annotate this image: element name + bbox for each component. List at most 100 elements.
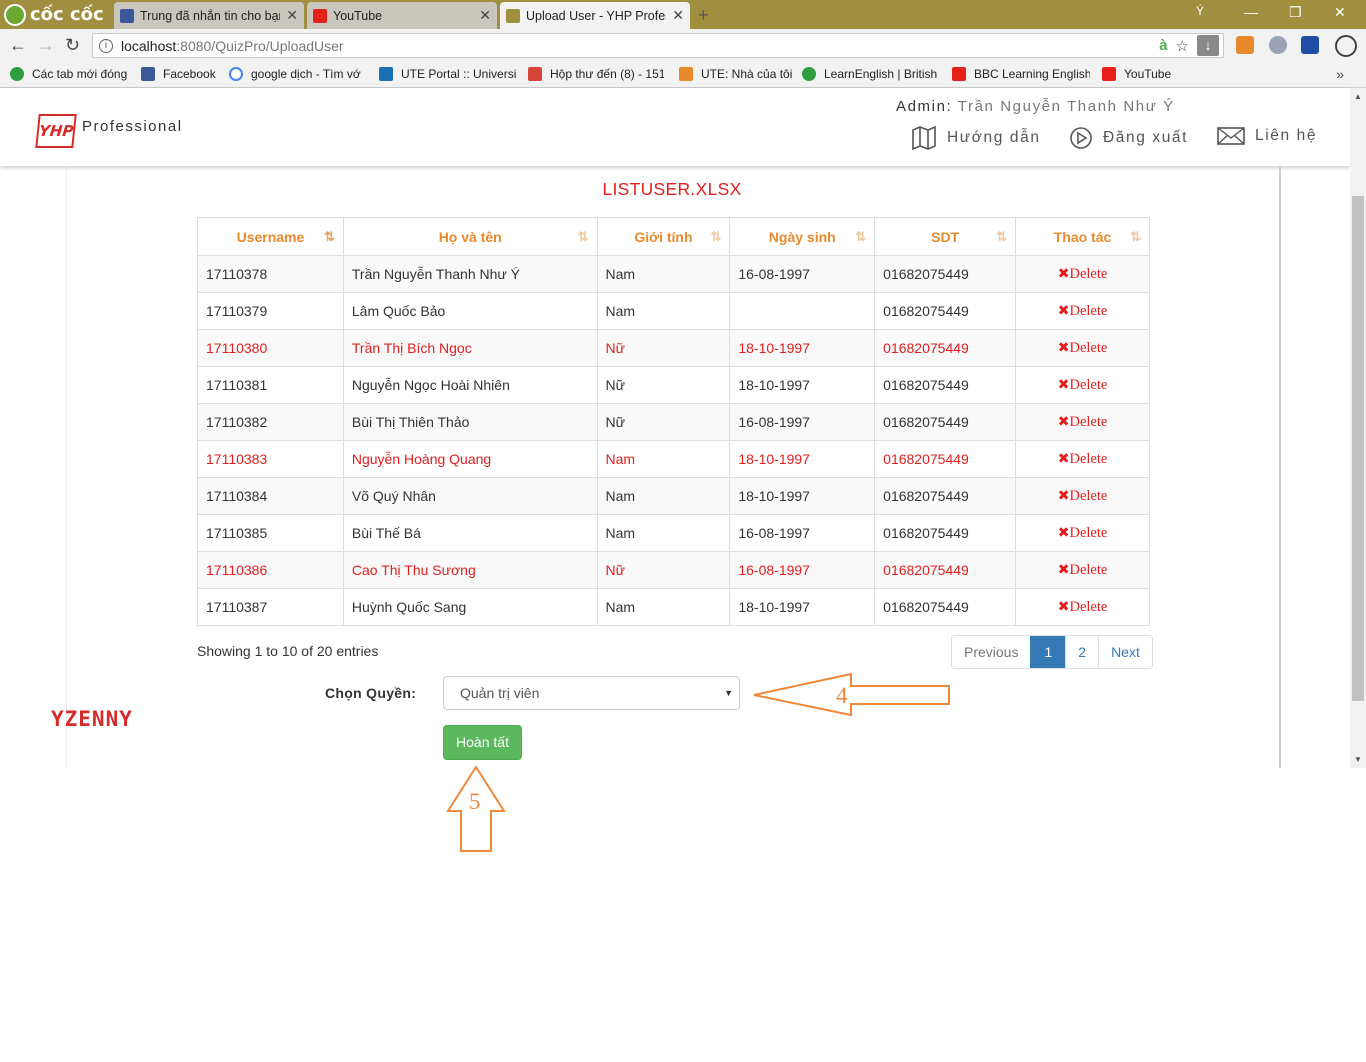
bookmark-item[interactable]: UTE: Nhà của tôi bbox=[679, 67, 794, 81]
delete-button[interactable]: ✖Delete bbox=[1024, 340, 1141, 357]
cell-username: 17110380 bbox=[197, 329, 344, 367]
col-gender[interactable]: Giới tính ⇅ bbox=[596, 217, 731, 256]
history-icon bbox=[10, 67, 24, 81]
cell-dob: 18-10-1997 bbox=[729, 329, 876, 367]
pagination-page-1[interactable]: 1 bbox=[1030, 636, 1066, 668]
download-icon[interactable]: ↓ bbox=[1197, 35, 1219, 56]
cell-username: 17110384 bbox=[197, 477, 344, 515]
minimize-icon[interactable]: — bbox=[1244, 4, 1258, 20]
sort-icon[interactable]: ⇅ bbox=[855, 229, 866, 245]
col-dob[interactable]: Ngày sinh ⇅ bbox=[729, 217, 876, 256]
entries-info: Showing 1 to 10 of 20 entries bbox=[197, 643, 379, 659]
pagination-next[interactable]: Next bbox=[1098, 636, 1152, 668]
col-label: Ngày sinh bbox=[768, 228, 836, 245]
cell-phone: 01682075449 bbox=[874, 403, 1017, 441]
cell-phone: 01682075449 bbox=[874, 329, 1017, 367]
role-select[interactable]: Quản trị viên ▼ bbox=[443, 676, 740, 710]
browser-brand[interactable]: cốc cốc bbox=[0, 0, 112, 29]
delete-button[interactable]: ✖Delete bbox=[1024, 377, 1141, 394]
cell-actions: ✖Delete bbox=[1015, 329, 1150, 367]
forward-arrow-icon[interactable]: → bbox=[37, 35, 55, 55]
delete-button[interactable]: ✖Delete bbox=[1024, 266, 1141, 283]
cell-phone: 01682075449 bbox=[874, 477, 1017, 515]
sort-icon[interactable]: ⇅ bbox=[578, 229, 589, 245]
cell-dob: 16-08-1997 bbox=[729, 255, 876, 293]
extension-office-icon[interactable] bbox=[1236, 36, 1254, 54]
delete-button[interactable]: ✖Delete bbox=[1024, 562, 1141, 579]
delete-button[interactable]: ✖Delete bbox=[1024, 488, 1141, 505]
col-phone[interactable]: SDT ⇅ bbox=[874, 217, 1017, 256]
back-arrow-icon[interactable]: ← bbox=[9, 35, 27, 55]
brand-text: cốc cốc bbox=[30, 4, 104, 25]
star-icon[interactable]: ☆ bbox=[1176, 37, 1189, 55]
extension-chat-icon[interactable] bbox=[1269, 36, 1287, 54]
profile-indicator[interactable]: Ý bbox=[1196, 4, 1204, 18]
scroll-down-icon[interactable]: ▼ bbox=[1354, 755, 1362, 764]
pagination-previous[interactable]: Previous bbox=[952, 636, 1030, 668]
new-tab-icon[interactable]: + bbox=[698, 5, 709, 26]
facebook-icon bbox=[120, 8, 134, 23]
bookmark-item[interactable]: YouTube bbox=[1102, 67, 1182, 81]
reload-icon[interactable]: ↻ bbox=[65, 35, 80, 55]
delete-button[interactable]: ✖Delete bbox=[1024, 303, 1141, 320]
col-actions[interactable]: Thao tác ⇅ bbox=[1015, 217, 1150, 256]
close-icon[interactable]: ✕ bbox=[672, 7, 684, 24]
nav-contact[interactable]: Liên hệ bbox=[1217, 126, 1317, 146]
bookmark-item[interactable]: google dịch - Tìm vớ bbox=[229, 67, 365, 81]
col-username[interactable]: Username ⇅ bbox=[197, 217, 344, 256]
more-bookmarks-icon[interactable]: » bbox=[1336, 66, 1344, 82]
cell-gender: Nam bbox=[596, 477, 731, 515]
done-button[interactable]: Hoàn tất bbox=[443, 725, 522, 760]
tab-facebook[interactable]: Trung đã nhắn tin cho bạn ✕ bbox=[114, 2, 304, 29]
bookmark-label: BBC Learning English bbox=[974, 67, 1090, 81]
col-fullname[interactable]: Họ và tên ⇅ bbox=[342, 217, 598, 256]
cell-actions: ✖Delete bbox=[1015, 551, 1150, 589]
close-icon[interactable]: ✕ bbox=[479, 7, 491, 24]
table-row: 17110381 Nguyễn Ngọc Hoài Nhiên Nữ 18-10-19… bbox=[197, 366, 1150, 404]
cell-actions: ✖Delete bbox=[1015, 255, 1150, 293]
info-icon[interactable]: i bbox=[99, 38, 113, 53]
role-selected-value: Quản trị viên bbox=[460, 685, 540, 701]
page-scrollbar[interactable]: ▲ ▼ bbox=[1350, 88, 1366, 768]
nav-guide[interactable]: Hướng dẫn bbox=[911, 126, 1041, 150]
restore-icon[interactable]: ❐ bbox=[1289, 4, 1302, 21]
delete-button[interactable]: ✖Delete bbox=[1024, 451, 1141, 468]
translate-icon[interactable]: à bbox=[1159, 37, 1167, 54]
sort-asc-icon[interactable]: ⇅ bbox=[324, 229, 335, 245]
tab-youtube[interactable]: YouTube ✕ bbox=[307, 2, 497, 29]
url-path: :8080/QuizPro/UploadUser bbox=[176, 37, 344, 54]
cell-fullname: Võ Quý Nhân bbox=[342, 477, 598, 515]
bookmark-item[interactable]: UTE Portal :: Universit bbox=[379, 67, 516, 81]
delete-button[interactable]: ✖Delete bbox=[1024, 414, 1141, 431]
sort-icon[interactable]: ⇅ bbox=[996, 229, 1007, 245]
address-bar[interactable]: i localhost:8080/QuizPro/UploadUser à ☆ … bbox=[92, 33, 1224, 58]
cell-gender: Nữ bbox=[596, 403, 731, 441]
col-label: SDT bbox=[931, 228, 960, 245]
bookmark-item[interactable]: BBC Learning English bbox=[952, 67, 1090, 81]
window-close-icon[interactable]: ✕ bbox=[1334, 4, 1346, 21]
delete-button[interactable]: ✖Delete bbox=[1024, 525, 1141, 542]
scroll-up-icon[interactable]: ▲ bbox=[1354, 92, 1362, 101]
bookmark-item[interactable]: Hộp thư đến (8) - 151 bbox=[528, 67, 664, 81]
cell-fullname: Nguyễn Ngọc Hoài Nhiên bbox=[342, 366, 598, 404]
col-label: Thao tác bbox=[1053, 228, 1112, 245]
sort-icon[interactable]: ⇅ bbox=[1130, 229, 1141, 245]
site-logo[interactable]: YHP bbox=[35, 114, 77, 148]
scrollbar-thumb[interactable] bbox=[1352, 196, 1364, 701]
bookmark-item[interactable]: LearnEnglish | British bbox=[802, 67, 939, 81]
delete-button[interactable]: ✖Delete bbox=[1024, 599, 1141, 616]
bookmark-label: UTE: Nhà của tôi bbox=[701, 67, 793, 81]
sort-icon[interactable]: ⇅ bbox=[710, 229, 721, 245]
tab-upload-user[interactable]: Upload User - YHP Profess ✕ bbox=[500, 2, 690, 29]
close-icon[interactable]: ✕ bbox=[286, 7, 298, 24]
bookmark-item[interactable]: Các tab mới đóng bbox=[10, 67, 135, 81]
cell-actions: ✖Delete bbox=[1015, 292, 1150, 330]
cell-actions: ✖Delete bbox=[1015, 588, 1150, 626]
extension-j-icon[interactable] bbox=[1301, 36, 1319, 54]
nav-logout-label: Đăng xuất bbox=[1103, 129, 1189, 146]
browser-menu-icon[interactable] bbox=[1335, 35, 1357, 57]
pagination-page-2[interactable]: 2 bbox=[1065, 636, 1098, 668]
nav-logout[interactable]: Đăng xuất bbox=[1069, 126, 1188, 150]
bookmark-item[interactable]: Facebook bbox=[141, 67, 221, 81]
table-row: 17110387 Huỳnh Quốc Sang Nam 18-10-1997 0168… bbox=[197, 588, 1150, 626]
